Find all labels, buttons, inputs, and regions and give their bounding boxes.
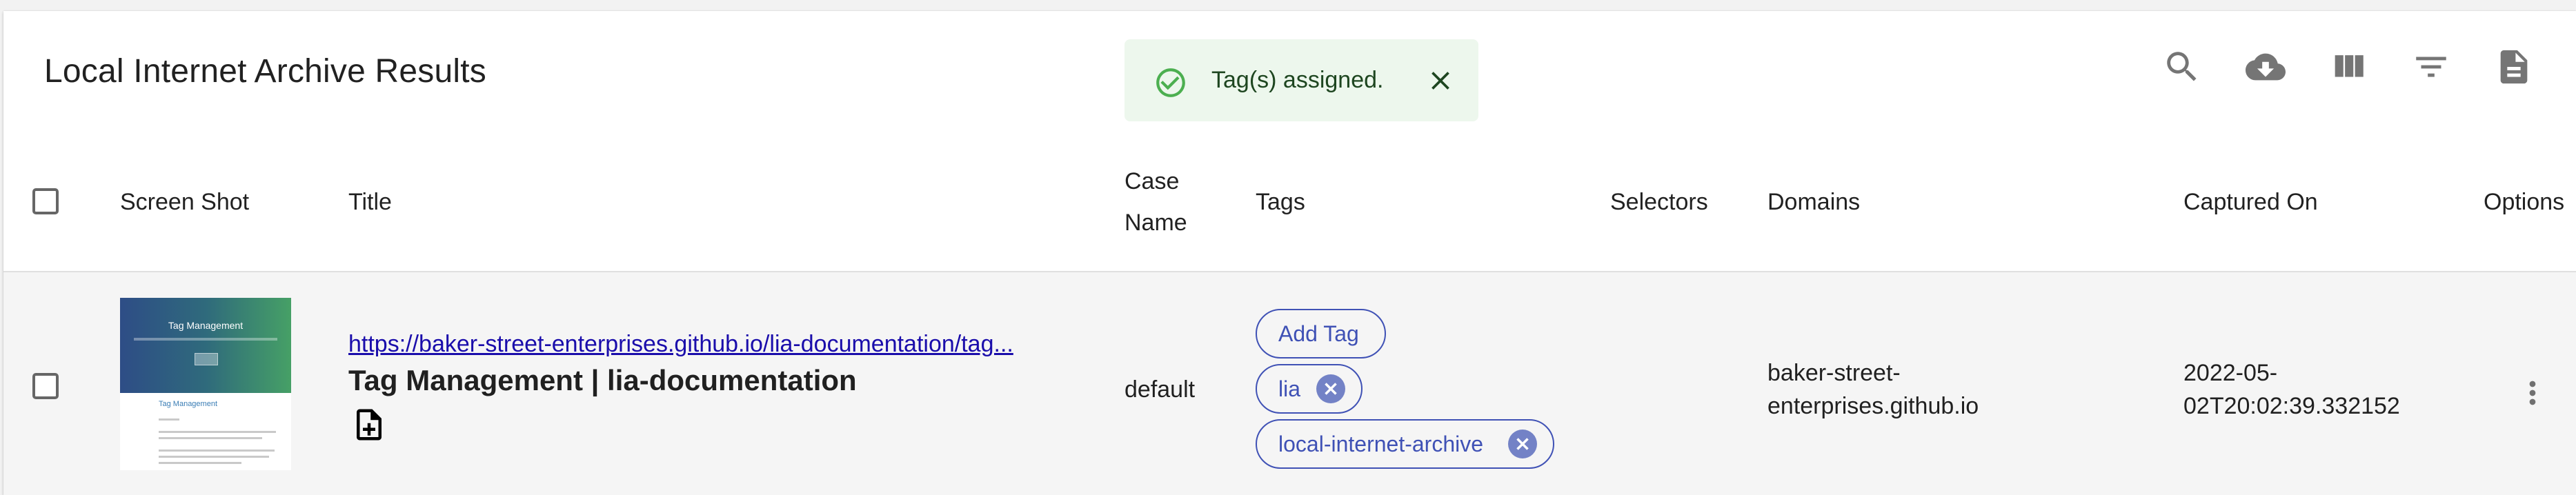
delete-tag-icon[interactable] (1316, 374, 1345, 403)
close-icon[interactable] (1425, 65, 1456, 96)
case-name-value: default (1124, 376, 1196, 403)
filter-list-icon[interactable] (2411, 47, 2451, 87)
column-screenshot[interactable]: Screen Shot (120, 189, 249, 216)
thumbnail-banner: Tag Management (120, 298, 291, 393)
column-domains[interactable]: Domains (1767, 189, 1860, 216)
captured-on-line1: 2022-05- (2183, 360, 2278, 386)
thumbnail-text-line (159, 431, 276, 433)
column-title[interactable]: Title (348, 189, 392, 216)
thumbnail-section-heading: Tag Management (159, 400, 217, 408)
thumbnail-heading: Tag Management (168, 320, 244, 331)
column-case[interactable]: Case (1124, 168, 1179, 195)
column-case-name[interactable]: Name (1124, 210, 1187, 236)
description-icon[interactable] (2494, 47, 2534, 87)
column-captured-on[interactable]: Captured On (2183, 189, 2318, 216)
more-options-icon[interactable] (2515, 375, 2550, 411)
thumbnail-text-line (159, 456, 269, 458)
delete-tag-icon[interactable] (1508, 430, 1537, 458)
view-column-icon[interactable] (2328, 47, 2368, 87)
thumbnail-text-line (159, 449, 275, 452)
result-url-link[interactable]: https://baker-street-enterprises.github.… (348, 331, 1013, 358)
page-title: Local Internet Archive Results (44, 53, 486, 90)
tag-chip-lia[interactable]: lia (1256, 364, 1363, 414)
table-header: Screen Shot Title Case Name Tags Selecto… (3, 138, 2576, 272)
check-circle-outline-icon (1153, 65, 1188, 100)
add-tag-chip[interactable]: Add Tag (1256, 309, 1386, 358)
cloud-download-icon[interactable] (2246, 47, 2286, 87)
column-options: Options (2484, 189, 2565, 215)
success-snackbar: Tag(s) assigned. (1124, 39, 1478, 121)
results-panel: Local Internet Archive Results Tag(s) as… (3, 11, 2576, 495)
tag-chip-local-internet-archive[interactable]: local-internet-archive (1256, 419, 1554, 469)
thumbnail-text-line (159, 418, 179, 421)
table-row: Tag Management Tag Management https://ba… (3, 272, 2576, 495)
thumbnail-subtitle-line (134, 338, 277, 341)
result-page-title: Tag Management | lia-documentation (348, 364, 857, 396)
column-selectors[interactable]: Selectors (1610, 189, 1708, 216)
thumbnail-text-line (159, 462, 241, 464)
snackbar-message: Tag(s) assigned. (1211, 67, 1384, 93)
row-checkbox[interactable] (32, 373, 59, 399)
screenshot-thumbnail[interactable]: Tag Management Tag Management (120, 298, 291, 470)
captured-on-line2: 02T20:02:39.332152 (2183, 393, 2400, 419)
select-all-checkbox[interactable] (32, 188, 59, 214)
note-add-icon[interactable] (350, 406, 388, 443)
search-icon[interactable] (2162, 47, 2202, 87)
thumbnail-text-line (159, 437, 262, 439)
tag-chip-label: local-internet-archive (1278, 432, 1484, 456)
thumbnail-button (195, 353, 218, 365)
domain-value-line2: enterprises.github.io (1767, 393, 1979, 419)
domain-value-line1: baker-street- (1767, 360, 1901, 386)
tag-chip-label: lia (1278, 376, 1301, 401)
column-tags[interactable]: Tags (1256, 189, 1305, 216)
